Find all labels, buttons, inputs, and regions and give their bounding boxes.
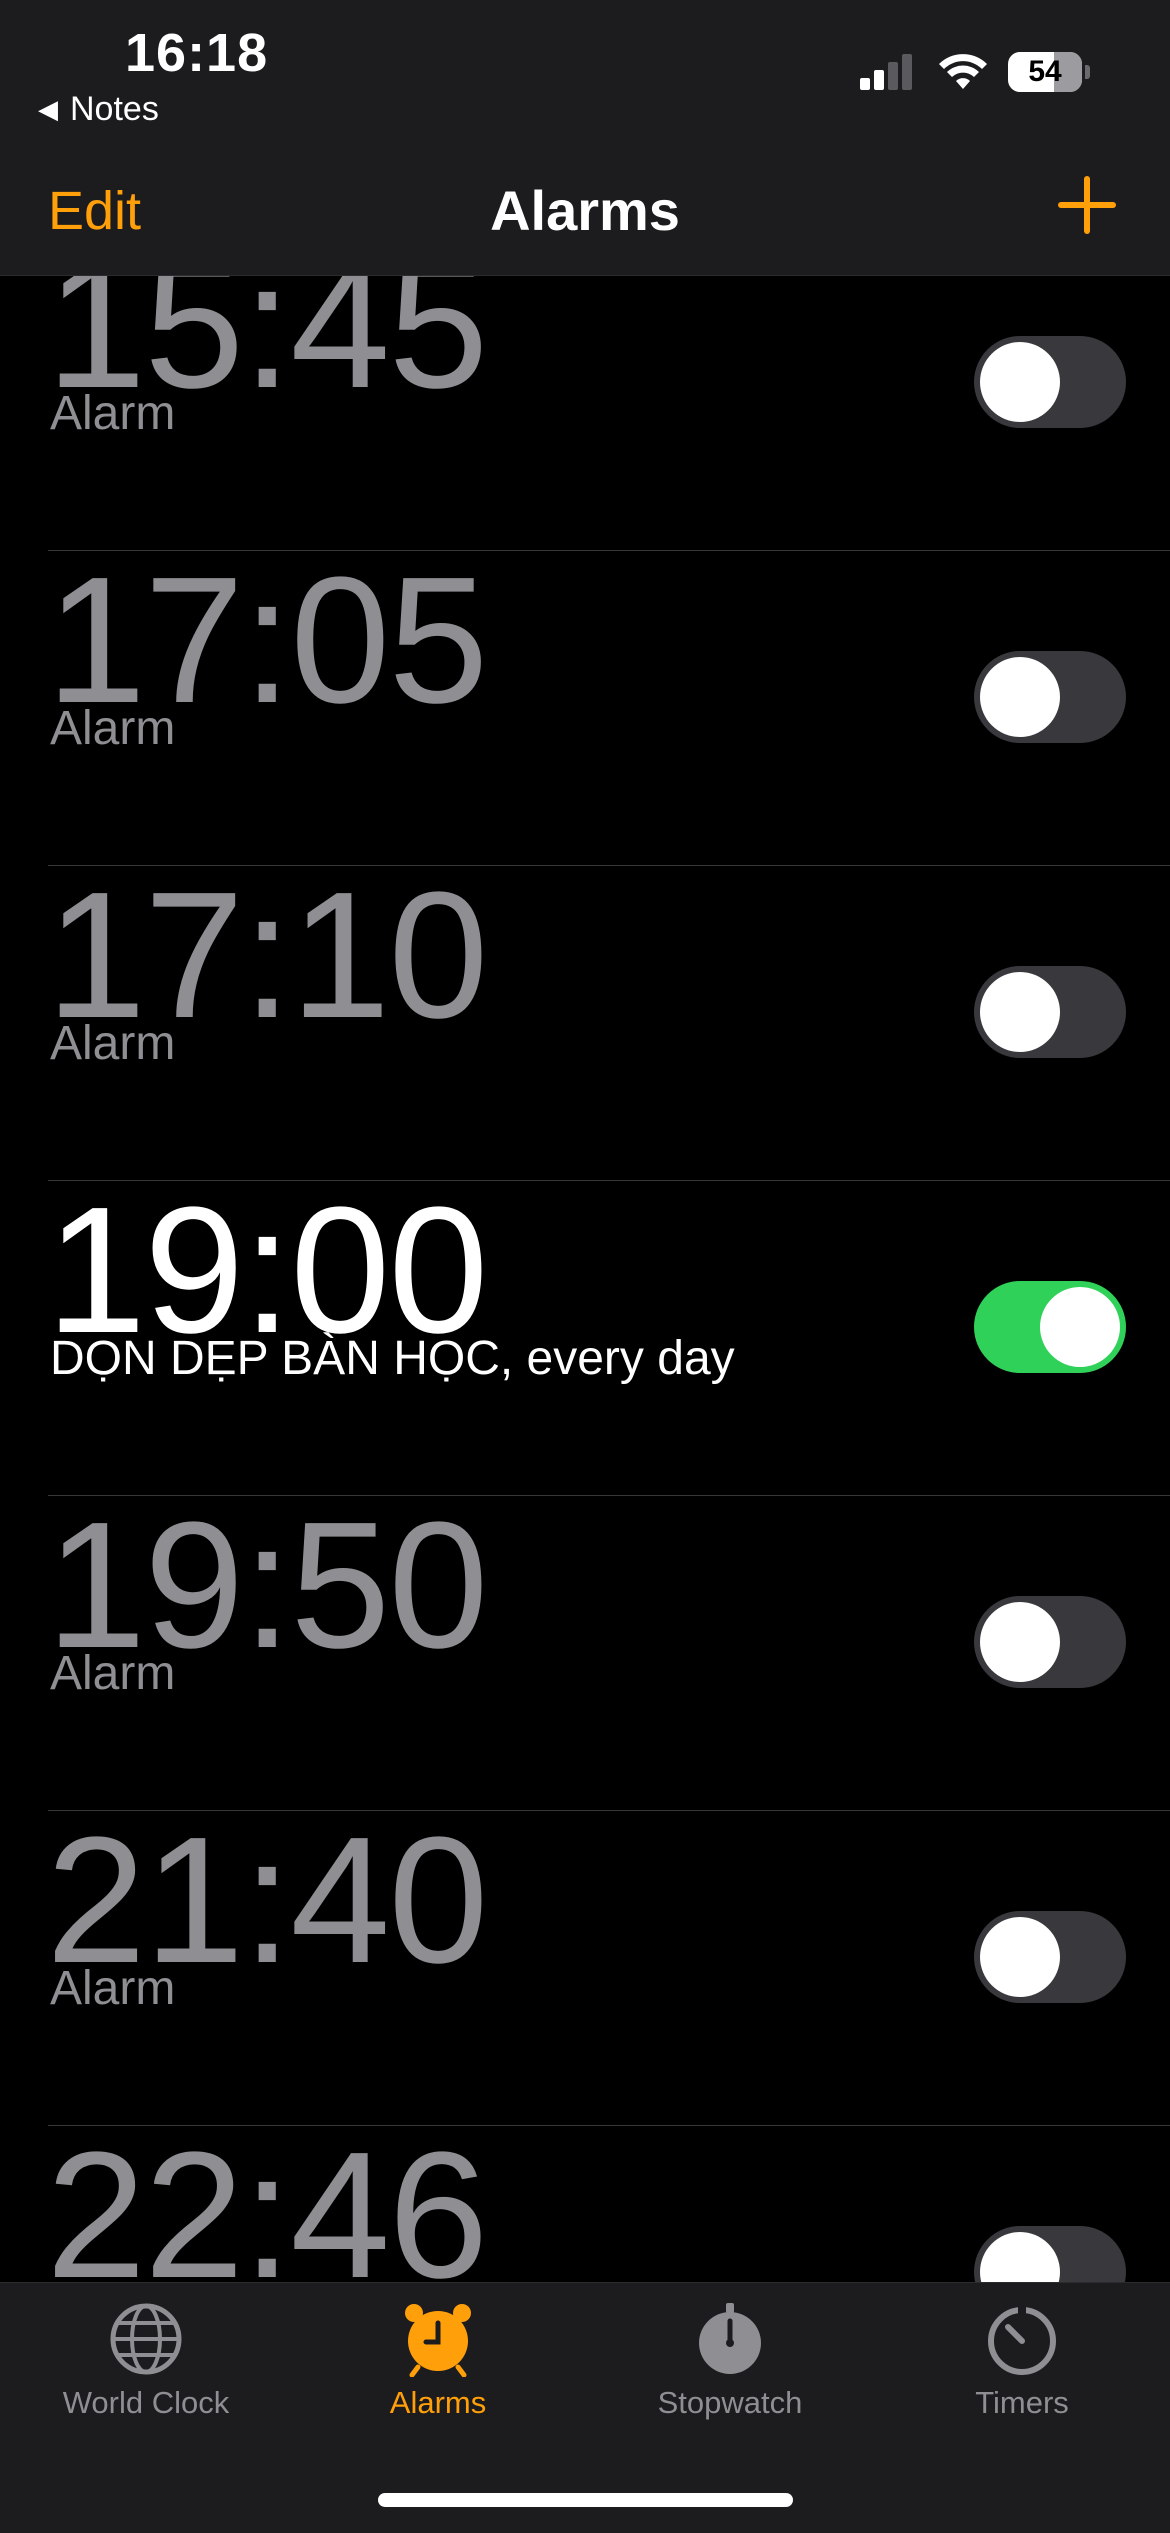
alarm-row[interactable]: 15:45 Alarm [0, 276, 1170, 551]
alarm-label: Alarm [50, 1962, 176, 2015]
wifi-icon [939, 54, 987, 89]
status-bar: 16:18 ◀ Notes 54 [0, 0, 1170, 160]
alarm-toggle[interactable] [974, 1281, 1126, 1373]
tab-world-clock[interactable]: World Clock [0, 2301, 292, 2421]
battery-tip [1085, 65, 1090, 79]
tab-timers[interactable]: Timers [876, 2301, 1168, 2421]
alarm-toggle[interactable] [974, 336, 1126, 428]
alarm-time: 22:46 [46, 2115, 488, 2283]
alarm-toggle[interactable] [974, 1596, 1126, 1688]
alarm-clock-icon [405, 2304, 471, 2377]
alarm-list[interactable]: 15:45 Alarm 17:05 Alarm 17:10 Alarm 19:0… [0, 276, 1170, 2282]
navigation-bar: Edit Alarms [0, 160, 1170, 276]
battery-level: 54 [1028, 55, 1062, 88]
alarm-toggle[interactable] [974, 966, 1126, 1058]
status-time: 16:18 [125, 23, 269, 83]
status-icons: 54 [860, 52, 1090, 92]
tab-label: Stopwatch [657, 2385, 803, 2420]
tab-alarms[interactable]: Alarms [292, 2301, 584, 2421]
alarm-row[interactable]: 17:10 Alarm [0, 866, 1170, 1181]
alarm-label: Alarm [50, 702, 176, 755]
battery-icon: 54 [1008, 52, 1082, 92]
alarm-row[interactable]: 21:40 Alarm [0, 1811, 1170, 2126]
add-alarm-button[interactable] [1052, 170, 1122, 240]
alarm-label: Alarm [50, 1647, 176, 1700]
back-triangle-icon: ◀ [38, 94, 58, 124]
page-title: Alarms [490, 179, 680, 242]
alarm-toggle[interactable] [974, 651, 1126, 743]
tab-stopwatch[interactable]: Stopwatch [584, 2301, 876, 2421]
cellular-signal-icon [860, 54, 916, 90]
tab-label: Alarms [389, 2385, 487, 2420]
timer-icon [988, 2304, 1056, 2375]
alarm-row[interactable]: 22:46 [0, 2126, 1170, 2282]
alarm-toggle[interactable] [974, 1911, 1126, 2003]
tab-label: World Clock [62, 2385, 230, 2420]
stopwatch-icon [699, 2303, 761, 2374]
alarm-row[interactable]: 17:05 Alarm [0, 551, 1170, 866]
tab-label: Timers [975, 2385, 1069, 2420]
alarm-label: DỌN DẸP BÀN HỌC, every day [50, 1332, 735, 1385]
back-to-app-link[interactable]: ◀ Notes [38, 90, 159, 129]
alarm-label: Alarm [50, 1017, 176, 1070]
alarm-row[interactable]: 19:00 DỌN DẸP BÀN HỌC, every day [0, 1181, 1170, 1496]
alarm-row[interactable]: 19:50 Alarm [0, 1496, 1170, 1811]
alarm-toggle[interactable] [974, 2226, 1126, 2282]
alarm-label: Alarm [50, 387, 176, 440]
globe-icon [110, 2303, 182, 2375]
back-app-label: Notes [70, 90, 159, 128]
home-indicator[interactable] [378, 2493, 793, 2507]
